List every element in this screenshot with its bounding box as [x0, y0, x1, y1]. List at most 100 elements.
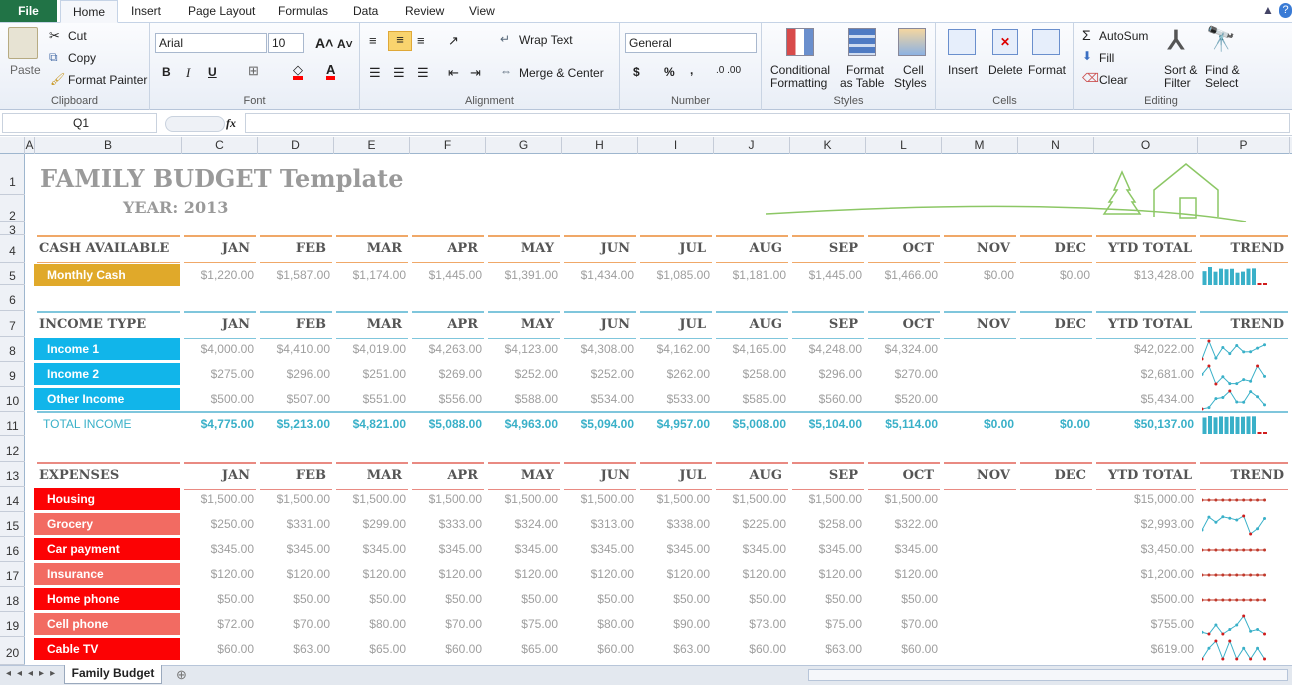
- align-bottom-icon[interactable]: ≡: [417, 33, 425, 48]
- value-cell[interactable]: $345.00: [638, 537, 710, 561]
- tab-view[interactable]: View: [469, 0, 495, 23]
- column-header-f[interactable]: F: [410, 137, 486, 154]
- value-cell[interactable]: $63.00: [638, 637, 710, 661]
- value-cell[interactable]: $345.00: [790, 537, 862, 561]
- value-cell[interactable]: $4,123.00: [486, 337, 558, 361]
- insert-function-button[interactable]: fx: [226, 116, 236, 131]
- value-cell[interactable]: $556.00: [410, 387, 482, 411]
- ytd-cell[interactable]: $3,450.00: [1094, 537, 1194, 561]
- row-header-20[interactable]: 20: [0, 637, 25, 665]
- tab-page-layout[interactable]: Page Layout: [188, 0, 255, 23]
- file-tab[interactable]: File: [0, 0, 57, 22]
- value-cell[interactable]: $585.00: [714, 387, 786, 411]
- value-cell[interactable]: $269.00: [410, 362, 482, 386]
- value-cell[interactable]: $1,500.00: [790, 487, 862, 511]
- value-cell[interactable]: $1,500.00: [638, 487, 710, 511]
- ytd-cell[interactable]: $2,993.00: [1094, 512, 1194, 536]
- value-cell[interactable]: $60.00: [562, 637, 634, 661]
- value-cell[interactable]: $73.00: [714, 612, 786, 636]
- value-cell[interactable]: $4,324.00: [866, 337, 938, 361]
- sort-filter-button[interactable]: Sort &: [1164, 63, 1197, 77]
- ytd-cell[interactable]: $15,000.00: [1094, 487, 1194, 511]
- value-cell[interactable]: $120.00: [334, 562, 406, 586]
- value-cell[interactable]: [942, 362, 1014, 386]
- find-select-button[interactable]: Find &: [1205, 63, 1240, 77]
- row-header-7[interactable]: 7: [0, 311, 25, 337]
- value-cell[interactable]: $120.00: [182, 562, 254, 586]
- value-cell[interactable]: $50.00: [638, 587, 710, 611]
- value-cell[interactable]: $1,445.00: [410, 263, 482, 287]
- percent-button[interactable]: %: [664, 65, 675, 79]
- number-format-select[interactable]: General: [625, 33, 757, 53]
- value-cell[interactable]: $1,466.00: [866, 263, 938, 287]
- column-header-j[interactable]: J: [714, 137, 790, 154]
- value-cell[interactable]: $345.00: [562, 537, 634, 561]
- value-cell[interactable]: $50.00: [182, 587, 254, 611]
- row-header-5[interactable]: 5: [0, 263, 25, 285]
- value-cell[interactable]: $1,445.00: [790, 263, 862, 287]
- orientation-icon[interactable]: ↗: [448, 33, 459, 49]
- name-box[interactable]: Q1: [2, 113, 157, 133]
- value-cell[interactable]: [1018, 337, 1090, 361]
- value-cell[interactable]: [1018, 512, 1090, 536]
- value-cell[interactable]: $80.00: [334, 612, 406, 636]
- format-as-table-button[interactable]: Format: [846, 63, 884, 77]
- value-cell[interactable]: $1,500.00: [866, 487, 938, 511]
- value-cell[interactable]: $333.00: [410, 512, 482, 536]
- column-header-h[interactable]: H: [562, 137, 638, 154]
- value-cell[interactable]: $0.00: [1018, 412, 1090, 436]
- column-header-k[interactable]: K: [790, 137, 866, 154]
- row-header-15[interactable]: 15: [0, 512, 25, 537]
- value-cell[interactable]: $275.00: [182, 362, 254, 386]
- align-left-icon[interactable]: ☰: [369, 65, 381, 81]
- fill-button[interactable]: Fill: [1099, 51, 1114, 65]
- value-cell[interactable]: $0.00: [942, 263, 1014, 287]
- value-cell[interactable]: $4,248.00: [790, 337, 862, 361]
- align-middle-icon[interactable]: ≡: [388, 31, 412, 51]
- minimize-ribbon-icon[interactable]: ▲: [1262, 3, 1274, 17]
- column-header-d[interactable]: D: [258, 137, 334, 154]
- value-cell[interactable]: $252.00: [562, 362, 634, 386]
- value-cell[interactable]: $120.00: [258, 562, 330, 586]
- value-cell[interactable]: $4,821.00: [334, 412, 406, 436]
- worksheet[interactable]: FAMILY BUDGET Template YEAR: 2013 CASH A…: [26, 154, 1292, 665]
- ytd-cell[interactable]: $619.00: [1094, 637, 1194, 661]
- value-cell[interactable]: $1,174.00: [334, 263, 406, 287]
- value-cell[interactable]: $50.00: [714, 587, 786, 611]
- font-color-icon[interactable]: A: [326, 63, 336, 80]
- sheet-nav-arrows[interactable]: ◂◂◂▸▸: [6, 668, 61, 679]
- value-cell[interactable]: $250.00: [182, 512, 254, 536]
- format-button[interactable]: Format: [1028, 63, 1066, 77]
- value-cell[interactable]: $324.00: [486, 512, 558, 536]
- value-cell[interactable]: $50.00: [334, 587, 406, 611]
- value-cell[interactable]: $345.00: [486, 537, 558, 561]
- horizontal-scrollbar[interactable]: [808, 669, 1288, 681]
- value-cell[interactable]: [1018, 562, 1090, 586]
- sheet-tab-family-budget[interactable]: Family Budget: [64, 665, 162, 684]
- row-header-11[interactable]: 11: [0, 412, 25, 436]
- value-cell[interactable]: $120.00: [486, 562, 558, 586]
- value-cell[interactable]: $5,114.00: [866, 412, 938, 436]
- value-cell[interactable]: $1,500.00: [410, 487, 482, 511]
- row-header-18[interactable]: 18: [0, 587, 25, 612]
- copy-button[interactable]: Copy: [68, 51, 96, 65]
- row-header-4[interactable]: 4: [0, 235, 25, 263]
- value-cell[interactable]: $60.00: [410, 637, 482, 661]
- value-cell[interactable]: $345.00: [410, 537, 482, 561]
- value-cell[interactable]: $296.00: [258, 362, 330, 386]
- paste-button[interactable]: Paste: [10, 63, 41, 77]
- row-header-2[interactable]: 2: [0, 195, 25, 223]
- value-cell[interactable]: $60.00: [714, 637, 786, 661]
- underline-button[interactable]: U: [208, 65, 217, 79]
- row-header-13[interactable]: 13: [0, 462, 25, 487]
- row-header-14[interactable]: 14: [0, 487, 25, 512]
- value-cell[interactable]: $120.00: [562, 562, 634, 586]
- clear-button[interactable]: Clear: [1099, 73, 1128, 87]
- value-cell[interactable]: $331.00: [258, 512, 330, 536]
- row-header-9[interactable]: 9: [0, 362, 25, 387]
- increase-indent-icon[interactable]: ⇥: [470, 65, 481, 81]
- tab-review[interactable]: Review: [405, 0, 444, 23]
- merge-center-button[interactable]: Merge & Center: [519, 66, 604, 80]
- value-cell[interactable]: $5,213.00: [258, 412, 330, 436]
- italic-button[interactable]: I: [186, 65, 190, 81]
